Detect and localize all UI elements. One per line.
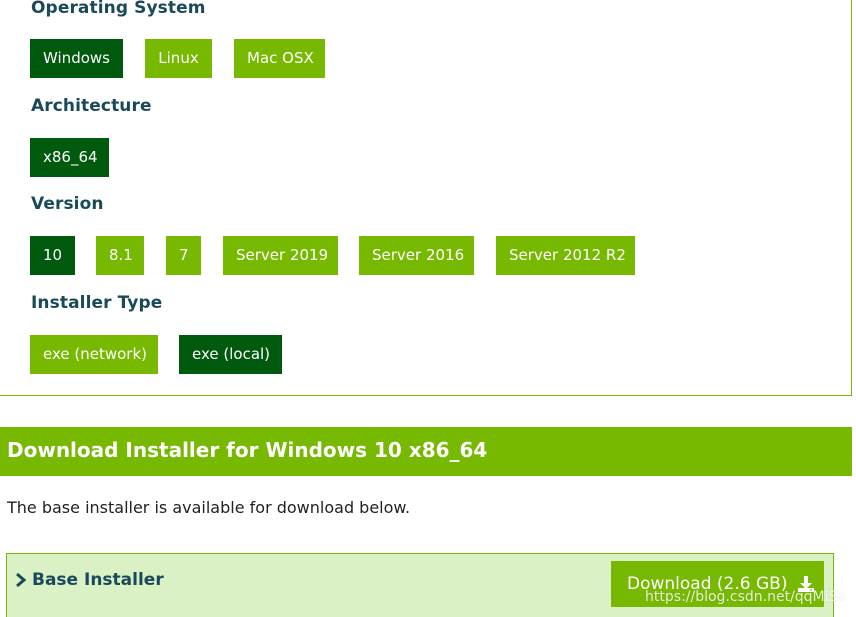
os-heading: Operating System — [31, 0, 206, 18]
architecture-heading: Architecture — [31, 96, 152, 116]
version-heading: Version — [31, 194, 104, 214]
version-option-server-2019[interactable]: Server 2019 — [223, 236, 338, 275]
installer-option-exe-network[interactable]: exe (network) — [30, 335, 158, 374]
version-option-server-2016[interactable]: Server 2016 — [359, 236, 474, 275]
os-option-linux[interactable]: Linux — [145, 39, 212, 78]
selector-panel: Operating System Windows Linux Mac OSX A… — [0, 0, 852, 396]
os-option-macosx[interactable]: Mac OSX — [234, 39, 325, 78]
base-installer-label: Base Installer — [32, 570, 164, 590]
watermark-text: https://blog.csdn.net/qqMiSa — [645, 589, 846, 605]
version-option-10[interactable]: 10 — [30, 236, 75, 275]
download-header: Download Installer for Windows 10 x86_64 — [0, 427, 852, 476]
os-option-windows[interactable]: Windows — [30, 39, 123, 78]
chevron-right-icon — [16, 572, 27, 588]
download-note: The base installer is available for down… — [7, 498, 411, 517]
installer-option-exe-local[interactable]: exe (local) — [179, 335, 282, 374]
arch-option-x86-64[interactable]: x86_64 — [30, 138, 109, 177]
installer-type-heading: Installer Type — [31, 293, 163, 313]
base-installer-toggle[interactable]: Base Installer — [15, 570, 164, 590]
base-installer-panel: Base Installer Download (2.6 GB) — [6, 553, 834, 617]
version-option-7[interactable]: 7 — [166, 236, 201, 275]
version-option-server-2012-r2[interactable]: Server 2012 R2 — [496, 236, 635, 275]
version-option-8-1[interactable]: 8.1 — [96, 236, 144, 275]
